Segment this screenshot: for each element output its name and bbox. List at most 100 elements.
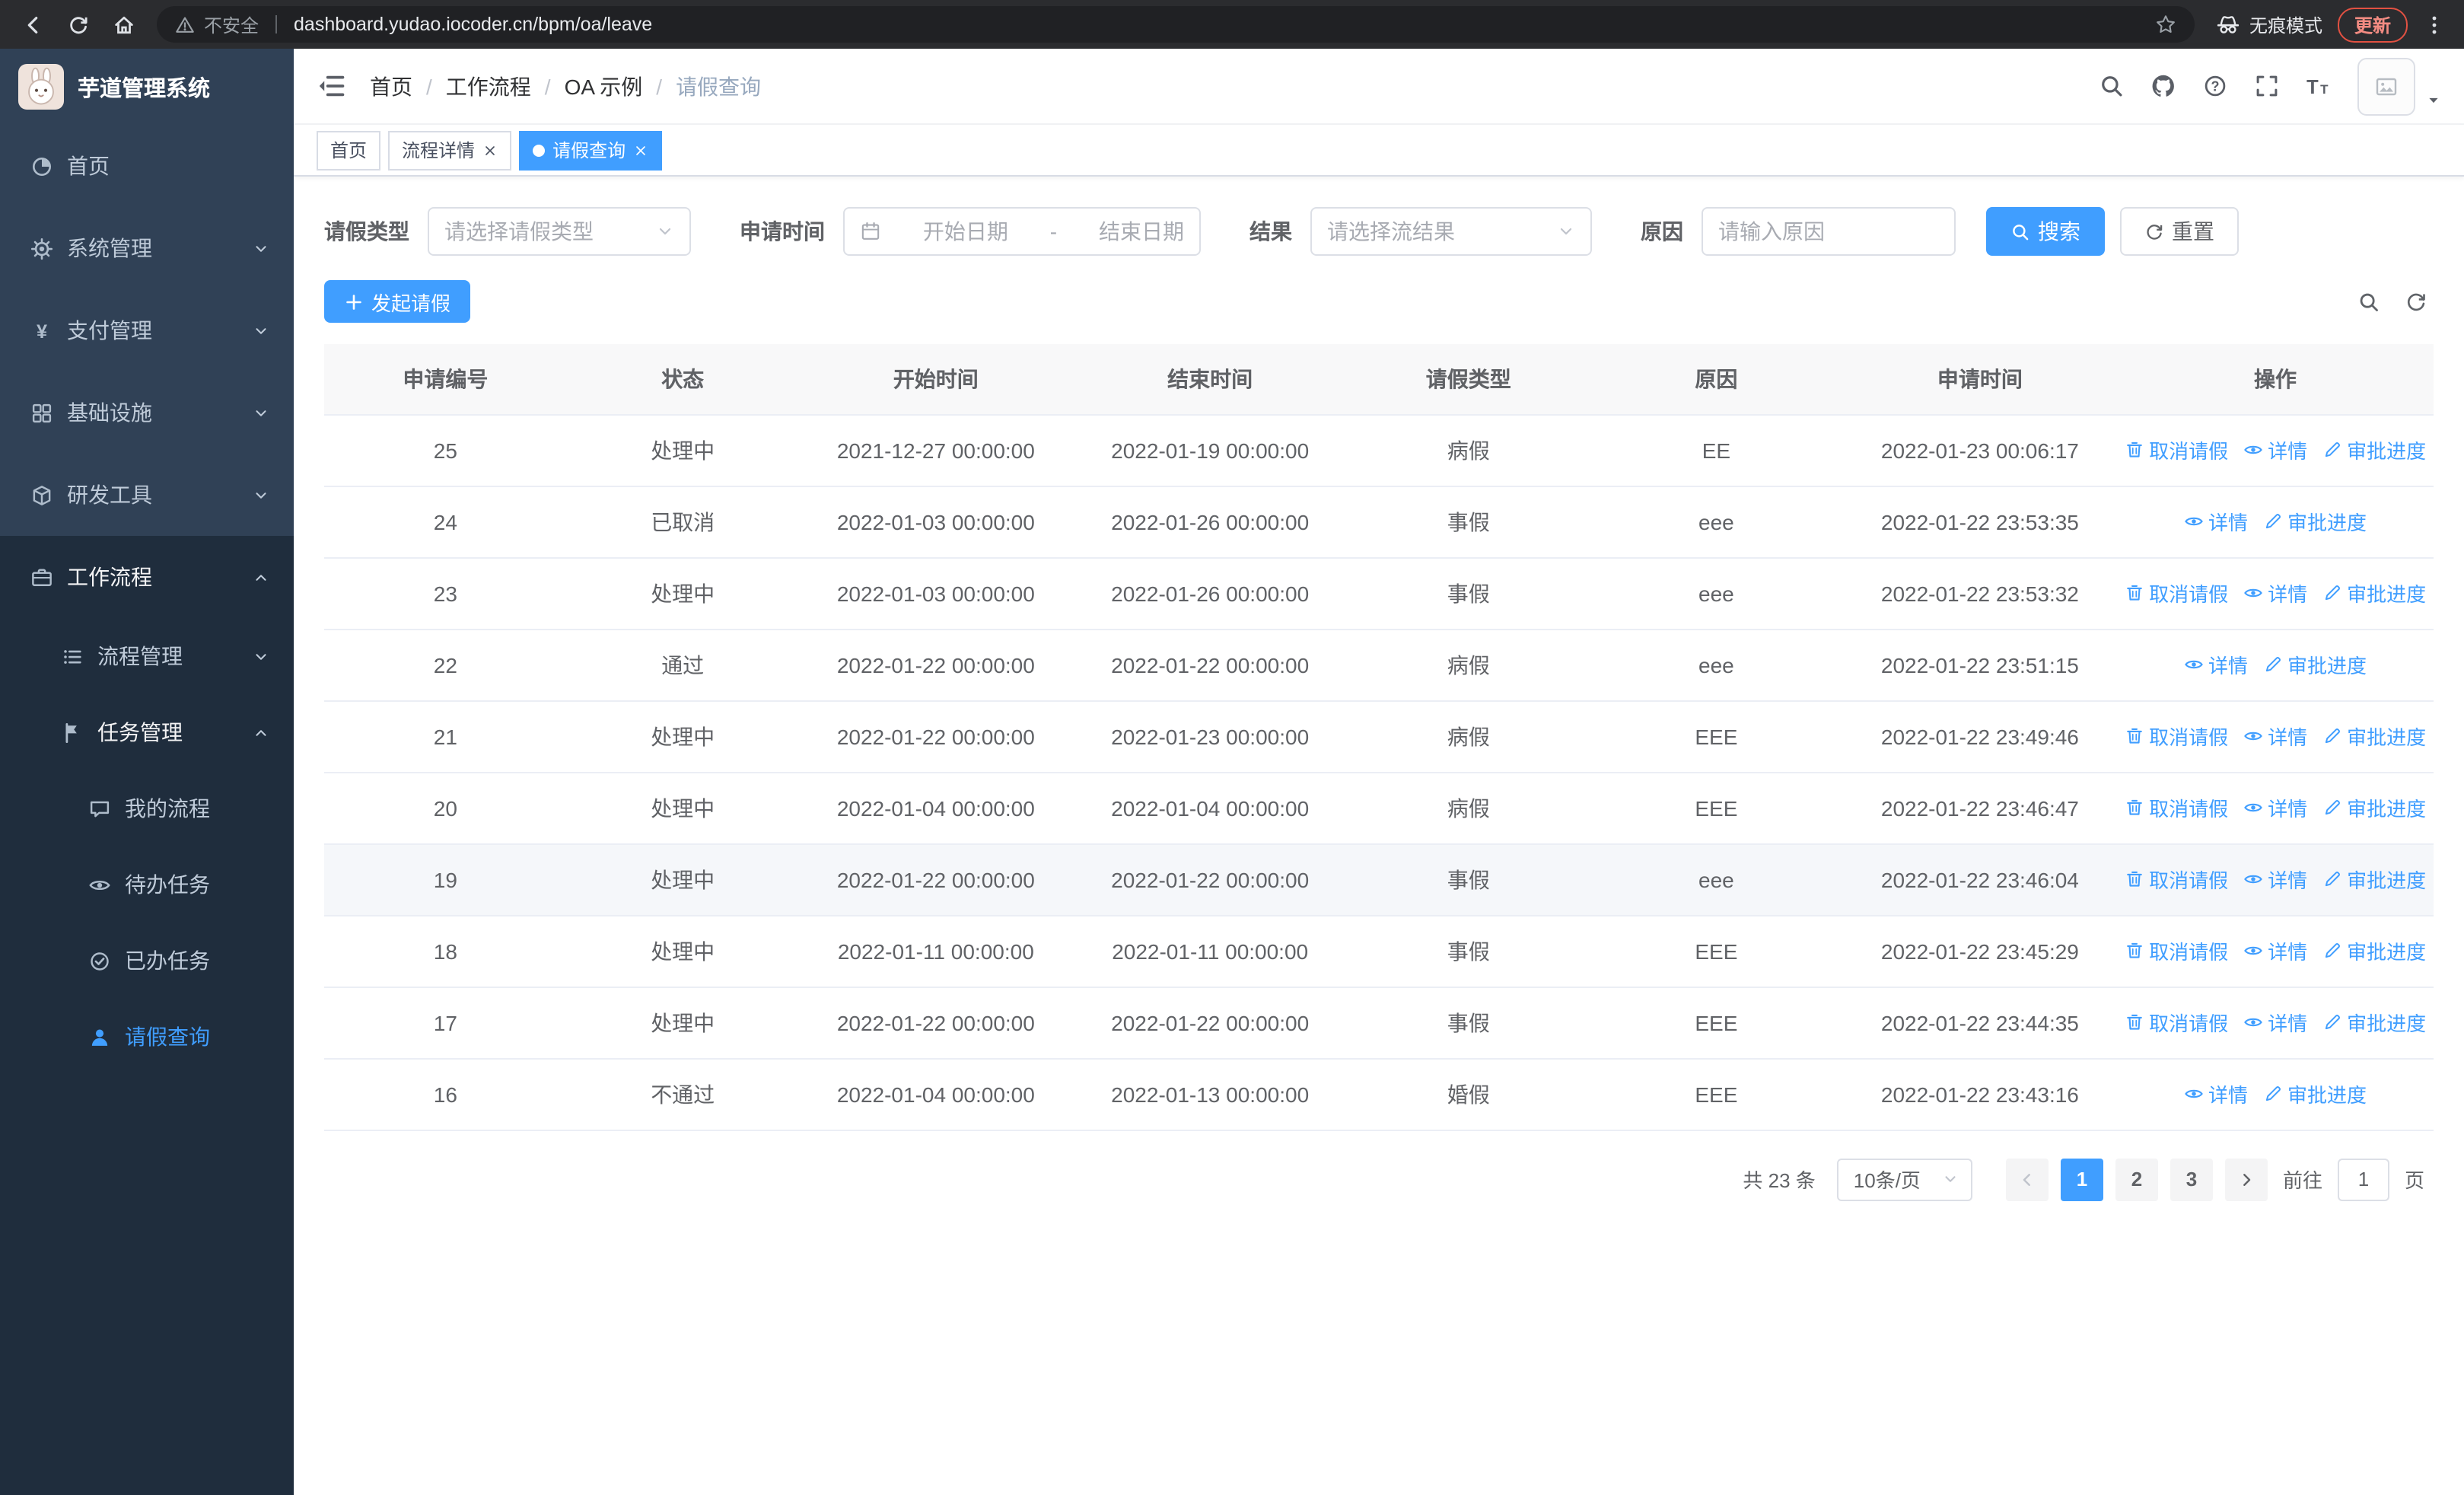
table-header-cell: 申请编号 xyxy=(324,344,567,415)
progress-action-link[interactable]: 审批进度 xyxy=(2322,793,2426,822)
eye-icon xyxy=(88,873,111,896)
apply-time-range-picker[interactable]: 开始日期 - 结束日期 xyxy=(843,207,1201,256)
sidebar-item[interactable]: 流程管理 xyxy=(0,618,294,694)
cancel-action-link[interactable]: 取消请假 xyxy=(2125,579,2228,607)
progress-action-link[interactable]: 审批进度 xyxy=(2322,865,2426,894)
progress-action-link[interactable]: 审批进度 xyxy=(2322,936,2426,965)
progress-action-link[interactable]: 审批进度 xyxy=(2263,650,2367,679)
edit-icon xyxy=(2322,440,2342,460)
detail-action-link[interactable]: 详情 xyxy=(2243,722,2307,751)
cancel-action-link[interactable]: 取消请假 xyxy=(2125,1008,2228,1037)
table-cell: 处理中 xyxy=(566,915,799,987)
table-cell: 20 xyxy=(324,772,567,844)
reset-button[interactable]: 重置 xyxy=(2120,207,2239,256)
back-icon[interactable] xyxy=(21,13,44,36)
help-icon[interactable]: ? xyxy=(2202,73,2228,99)
detail-action-link[interactable]: 详情 xyxy=(2243,1008,2307,1037)
github-icon[interactable] xyxy=(2150,73,2176,99)
avatar[interactable] xyxy=(2357,57,2415,115)
close-icon[interactable] xyxy=(633,142,648,158)
page-button[interactable]: 3 xyxy=(2170,1158,2213,1200)
search-button[interactable]: 搜索 xyxy=(1986,207,2105,256)
sidebar-item[interactable]: 研发工具 xyxy=(0,454,294,536)
row-actions: 取消请假 详情 审批进度 xyxy=(2117,843,2434,916)
refresh-icon xyxy=(2144,222,2164,241)
cancel-action-link[interactable]: 取消请假 xyxy=(2125,435,2228,464)
tab[interactable]: 请假查询 xyxy=(519,130,663,170)
result-select[interactable]: 请选择流结果 xyxy=(1310,207,1592,256)
fullscreen-icon[interactable] xyxy=(2254,73,2280,99)
sidebar-item[interactable]: 已办任务 xyxy=(0,923,294,999)
leave-type-select[interactable]: 请选择请假类型 xyxy=(428,207,691,256)
security-warning-icon xyxy=(175,14,195,34)
sidebar-item[interactable]: 我的流程 xyxy=(0,770,294,846)
cancel-action-link[interactable]: 取消请假 xyxy=(2125,936,2228,965)
browser-menu-icon[interactable] xyxy=(2423,13,2446,36)
page-button[interactable]: 2 xyxy=(2115,1158,2158,1200)
sidebar-item[interactable]: 工作流程 xyxy=(0,536,294,618)
update-button[interactable]: 更新 xyxy=(2337,7,2408,42)
prev-page-button[interactable] xyxy=(2005,1158,2049,1200)
sidebar-item[interactable]: 任务管理 xyxy=(0,694,294,770)
reason-label: 原因 xyxy=(1641,219,1683,244)
breadcrumb-separator: / xyxy=(426,74,432,98)
cancel-action-link[interactable]: 取消请假 xyxy=(2125,865,2228,894)
table-cell: 2022-01-22 00:00:00 xyxy=(798,700,1073,773)
table-cell: EEE xyxy=(1590,987,1843,1059)
next-page-button[interactable] xyxy=(2224,1158,2268,1200)
reason-input[interactable] xyxy=(1702,207,1956,256)
sidebar-item[interactable]: 基础设施 xyxy=(0,371,294,454)
sidebar-item[interactable]: 请假查询 xyxy=(0,999,294,1075)
progress-action-link[interactable]: 审批进度 xyxy=(2322,579,2426,607)
sidebar-item[interactable]: ¥ 支付管理 xyxy=(0,289,294,371)
eye-icon xyxy=(2243,440,2263,460)
detail-action-link[interactable]: 详情 xyxy=(2184,650,2248,679)
detail-action-link[interactable]: 详情 xyxy=(2243,579,2307,607)
detail-action-link[interactable]: 详情 xyxy=(2243,865,2307,894)
security-label: 不安全 xyxy=(204,14,259,36)
breadcrumb-item[interactable]: 工作流程 xyxy=(446,71,531,101)
close-icon[interactable] xyxy=(482,142,498,158)
breadcrumb-item[interactable]: 首页 xyxy=(370,71,412,101)
breadcrumb-item[interactable]: OA 示例 xyxy=(565,71,643,101)
reload-icon[interactable] xyxy=(67,13,90,36)
bookmark-star-icon[interactable] xyxy=(2155,14,2176,35)
cancel-action-link[interactable]: 取消请假 xyxy=(2125,793,2228,822)
breadcrumb-separator: / xyxy=(544,74,551,98)
page-size-select[interactable]: 10条/页 xyxy=(1836,1158,1972,1200)
detail-action-link[interactable]: 详情 xyxy=(2184,1079,2248,1108)
cancel-action-link[interactable]: 取消请假 xyxy=(2125,722,2228,751)
progress-action-link[interactable]: 审批进度 xyxy=(2263,507,2367,536)
detail-action-link[interactable]: 详情 xyxy=(2243,435,2307,464)
sidebar-item[interactable]: 待办任务 xyxy=(0,846,294,923)
progress-action-link[interactable]: 审批进度 xyxy=(2322,435,2426,464)
sidebar-item[interactable]: 首页 xyxy=(0,125,294,207)
progress-action-link[interactable]: 审批进度 xyxy=(2322,1008,2426,1037)
tab[interactable]: 首页 xyxy=(317,130,381,170)
progress-action-link[interactable]: 审批进度 xyxy=(2322,722,2426,751)
table-cell: 事假 xyxy=(1347,915,1590,987)
create-leave-button[interactable]: 发起请假 xyxy=(324,280,471,323)
result-label: 结果 xyxy=(1250,219,1292,244)
avatar-caret-icon[interactable] xyxy=(2426,92,2441,107)
detail-action-link[interactable]: 详情 xyxy=(2243,936,2307,965)
leave-type-placeholder: 请选择请假类型 xyxy=(444,219,594,244)
toggle-search-icon[interactable] xyxy=(2357,290,2380,313)
detail-action-link[interactable]: 详情 xyxy=(2243,793,2307,822)
tab[interactable]: 流程详情 xyxy=(388,130,512,170)
sidebar-item[interactable]: 系统管理 xyxy=(0,207,294,289)
page-button[interactable]: 1 xyxy=(2060,1158,2103,1200)
progress-action-link[interactable]: 审批进度 xyxy=(2263,1079,2367,1108)
url-bar[interactable]: 不安全 dashboard.yudao.iocoder.cn/bpm/oa/le… xyxy=(157,6,2195,43)
header-search-icon[interactable] xyxy=(2099,73,2125,99)
sidebar-collapse-icon[interactable] xyxy=(317,72,345,100)
home-icon[interactable] xyxy=(113,13,135,36)
flag-icon xyxy=(61,721,84,744)
table-header-cell: 状态 xyxy=(566,344,799,415)
detail-action-link[interactable]: 详情 xyxy=(2184,507,2248,536)
delete-icon xyxy=(2125,583,2144,603)
logo[interactable]: 芋道管理系统 xyxy=(0,49,294,125)
refresh-table-icon[interactable] xyxy=(2405,290,2427,313)
font-size-icon[interactable]: TT xyxy=(2306,73,2332,99)
jump-page-input[interactable] xyxy=(2337,1158,2389,1200)
